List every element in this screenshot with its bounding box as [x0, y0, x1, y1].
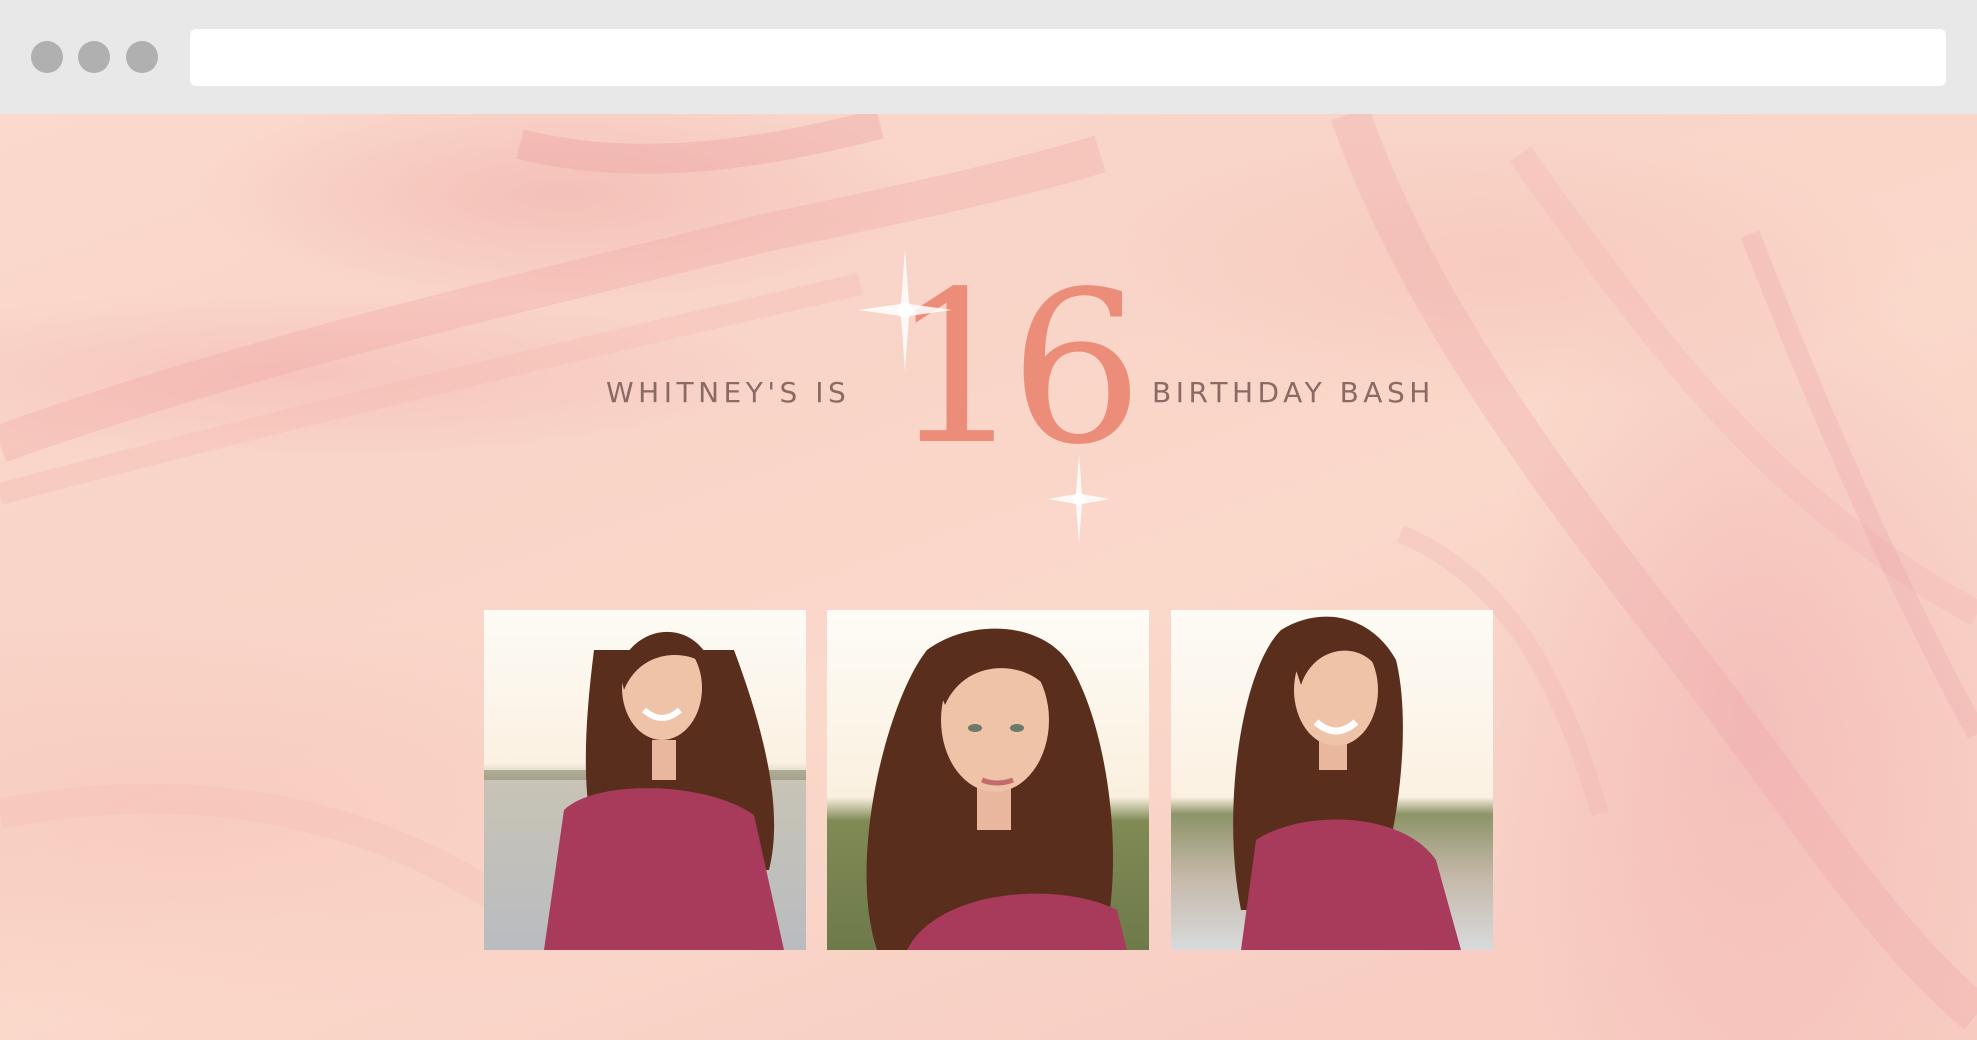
browser-chrome — [0, 0, 1977, 114]
window-maximize-button[interactable] — [126, 41, 158, 73]
portrait-photo-smiling-icon — [484, 610, 806, 950]
sparkle-icon — [858, 249, 952, 371]
photo-2[interactable] — [827, 610, 1149, 950]
address-bar[interactable] — [190, 29, 1946, 86]
portrait-photo-looking-at-camera-icon — [827, 610, 1149, 950]
headline-right-text: BIRTHDAY BASH — [1152, 376, 1435, 409]
sparkle-icon — [1048, 454, 1110, 544]
portrait-photo-laughing-icon — [1171, 610, 1493, 950]
photo-3[interactable] — [1171, 610, 1493, 950]
photo-1[interactable] — [484, 610, 806, 950]
page-canvas: WHITNEY'S IS 16 BIRTHDAY BASH — [0, 114, 1977, 1040]
window-minimize-button[interactable] — [78, 41, 110, 73]
window-close-button[interactable] — [31, 41, 63, 73]
headline-left-text: WHITNEY'S IS — [606, 376, 851, 409]
